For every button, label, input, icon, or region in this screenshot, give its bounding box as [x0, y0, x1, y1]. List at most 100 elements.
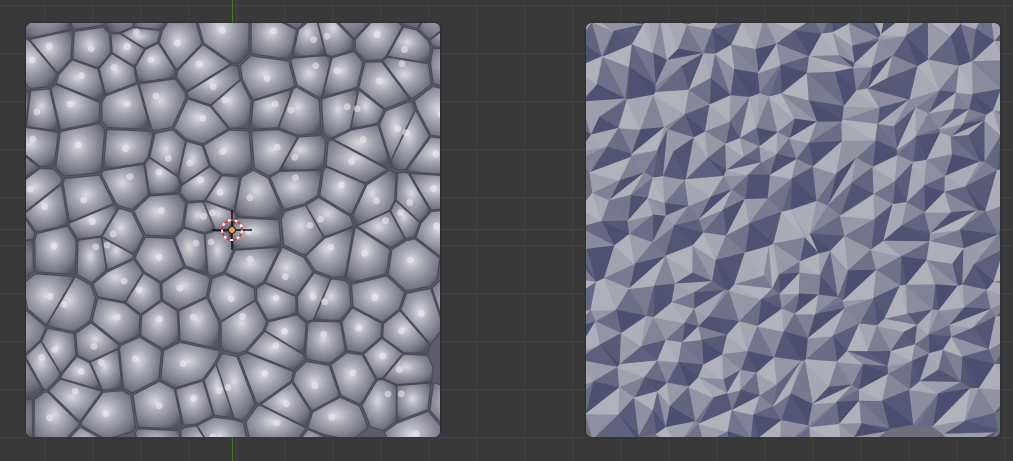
3d-viewport[interactable]	[0, 0, 1013, 461]
cell-highlight	[349, 369, 357, 377]
cell-highlight	[323, 32, 331, 40]
cell-highlight	[219, 148, 227, 155]
cell-highlight	[273, 143, 281, 151]
cell-highlight	[186, 159, 194, 167]
cell-highlight	[124, 100, 132, 108]
surface-cell	[134, 428, 181, 437]
cell-highlight	[123, 42, 131, 50]
cell-highlight	[28, 56, 36, 64]
cell-highlight	[126, 173, 134, 181]
cell-highlight	[173, 39, 181, 47]
cell-highlight	[41, 203, 49, 211]
cell-highlight	[66, 100, 74, 108]
cell-highlight	[45, 42, 53, 50]
cell-highlight	[155, 253, 163, 261]
cell-highlight	[38, 354, 46, 361]
cell-highlight	[321, 298, 329, 306]
cell-highlight	[283, 400, 290, 408]
cell-highlight	[292, 174, 299, 182]
cell-highlight	[316, 215, 324, 223]
cell-highlight	[271, 100, 279, 108]
cell-highlight	[327, 243, 335, 251]
cell-highlight	[373, 197, 380, 205]
cell-highlight	[97, 359, 105, 366]
cell-highlight	[348, 158, 356, 166]
cell-highlight	[261, 369, 269, 377]
cell-highlight	[338, 181, 345, 189]
cell-highlight	[176, 284, 184, 292]
cell-highlight	[263, 75, 271, 83]
cell-highlight	[246, 194, 254, 202]
cell-highlight	[398, 60, 406, 68]
cell-highlight	[152, 92, 160, 100]
cell-highlight	[89, 218, 96, 226]
cell-highlight	[227, 295, 235, 303]
cell-highlight	[406, 256, 414, 264]
cell-highlight	[190, 394, 198, 402]
cell-highlight	[371, 294, 379, 302]
cell-highlight	[309, 293, 317, 301]
cell-highlight	[195, 60, 203, 68]
cell-highlight	[179, 360, 187, 368]
cell-highlight	[110, 63, 118, 71]
cell-highlight	[103, 241, 111, 249]
cell-highlight	[270, 27, 278, 35]
cell-highlight	[397, 327, 405, 335]
cell-highlight	[122, 145, 130, 153]
cell-highlight	[156, 315, 164, 323]
cell-highlight	[155, 168, 163, 176]
cell-highlight	[273, 419, 281, 427]
cell-highlight	[312, 62, 320, 70]
cell-highlight	[46, 293, 54, 300]
cell-highlight	[333, 67, 341, 75]
cell-highlight	[80, 196, 88, 204]
cell-highlight	[394, 125, 402, 133]
cell-highlight	[209, 83, 217, 91]
cell-highlight	[219, 27, 226, 34]
cell-highlight	[396, 209, 404, 217]
cell-highlight	[417, 310, 425, 318]
cell-highlight	[74, 141, 82, 149]
cell-highlight	[158, 207, 166, 214]
cell-highlight	[432, 150, 440, 158]
cell-highlight	[353, 105, 361, 113]
cell-highlight	[189, 313, 197, 321]
cell-highlight	[192, 239, 200, 247]
cell-highlight	[155, 402, 163, 410]
3d-cursor-icon[interactable]	[212, 210, 252, 250]
cell-highlight	[343, 103, 351, 111]
cell-highlight	[77, 368, 85, 375]
cell-highlight	[224, 384, 232, 392]
cell-highlight	[102, 410, 110, 418]
cell-highlight	[328, 413, 336, 421]
cell-highlight	[402, 129, 410, 137]
cell-highlight	[113, 313, 121, 321]
surface-cell	[55, 122, 106, 177]
cell-highlight	[310, 36, 318, 44]
cell-highlight	[306, 221, 314, 229]
cell-highlight	[46, 414, 53, 422]
cell-highlight	[287, 106, 295, 114]
cell-highlight	[359, 136, 367, 144]
cell-highlight	[395, 366, 403, 374]
cell-highlight	[27, 185, 34, 193]
cell-highlight	[216, 188, 224, 196]
cell-highlight	[109, 230, 117, 238]
surface-cell	[34, 225, 77, 276]
cell-highlight	[397, 390, 405, 398]
faceted-cells-surface	[586, 23, 1000, 437]
cell-highlight	[311, 382, 319, 390]
cell-highlight	[199, 114, 207, 122]
cell-highlight	[361, 249, 368, 257]
cell-highlight	[29, 135, 37, 143]
faceted-voronoi-plane[interactable]	[586, 23, 1000, 437]
cell-highlight	[131, 355, 139, 363]
cell-highlight	[272, 294, 280, 302]
cell-highlight	[401, 46, 408, 53]
cell-highlight	[33, 108, 41, 116]
cell-highlight	[78, 72, 86, 79]
cell-highlight	[281, 327, 288, 335]
cell-highlight	[355, 324, 363, 332]
cell-highlight	[87, 45, 95, 53]
cell-highlight	[50, 242, 58, 250]
